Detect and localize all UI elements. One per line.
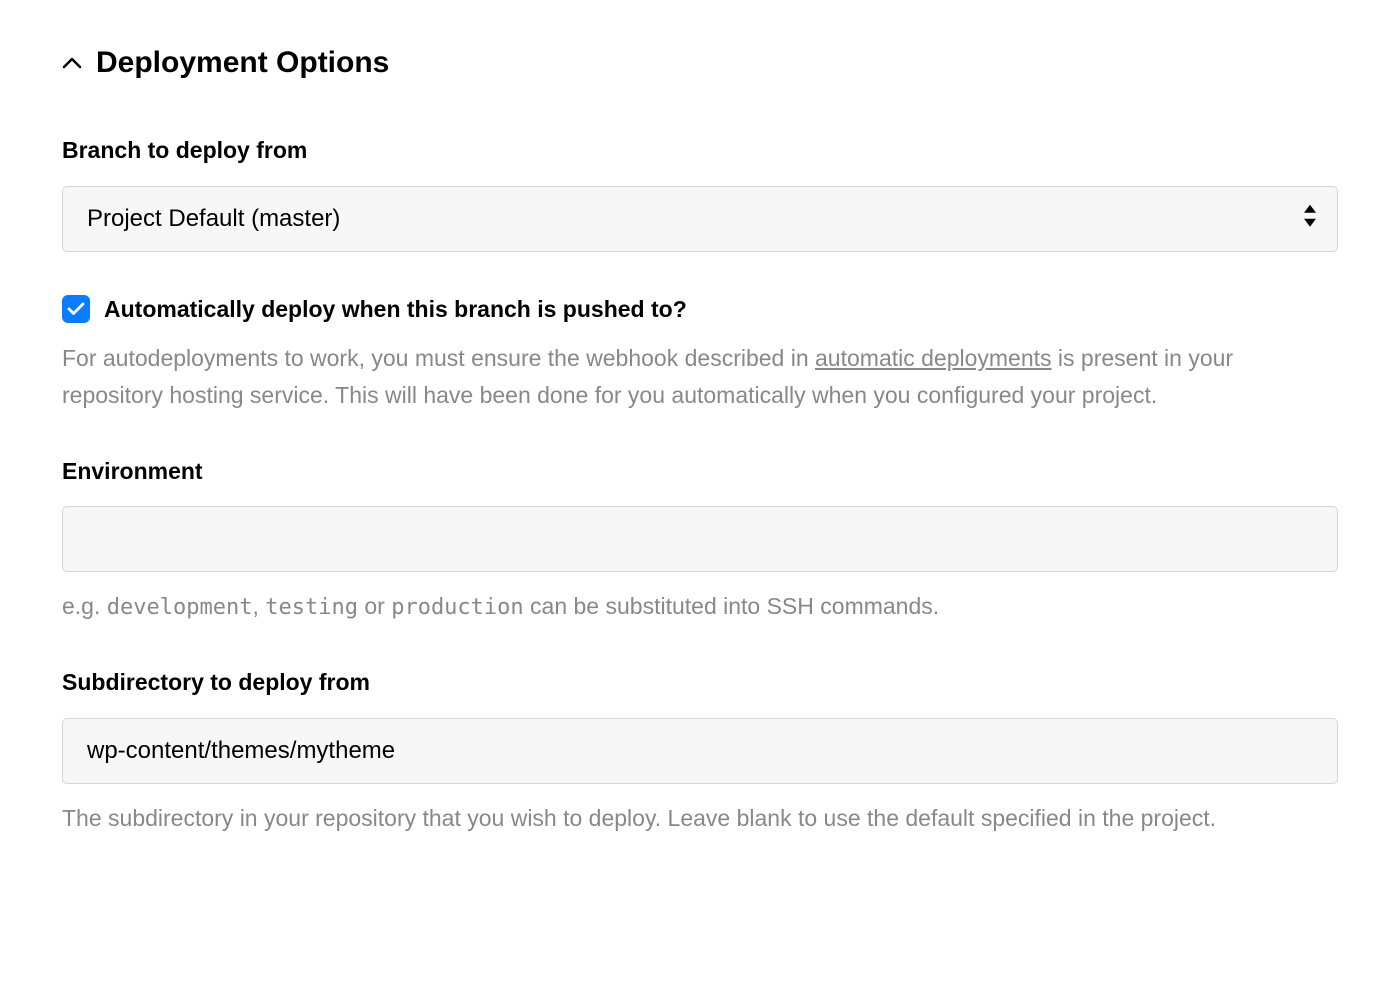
environment-input[interactable] xyxy=(62,506,1338,572)
env-help-sep1: , xyxy=(252,593,265,619)
env-help-prefix: e.g. xyxy=(62,593,107,619)
section-header[interactable]: Deployment Options xyxy=(62,40,1338,85)
subdirectory-help-text: The subdirectory in your repository that… xyxy=(62,800,1338,837)
section-title: Deployment Options xyxy=(96,40,389,85)
environment-help-text: e.g. development, testing or production … xyxy=(62,588,1338,625)
autodeploy-checkbox-row: Automatically deploy when this branch is… xyxy=(62,292,1338,327)
subdirectory-input[interactable] xyxy=(62,718,1338,784)
environment-field-group: Environment e.g. development, testing or… xyxy=(62,454,1338,626)
branch-label: Branch to deploy from xyxy=(62,133,1338,168)
env-help-code-development: development xyxy=(107,595,253,620)
autodeploy-help-before: For autodeployments to work, you must en… xyxy=(62,345,815,371)
subdirectory-label: Subdirectory to deploy from xyxy=(62,665,1338,700)
branch-select[interactable]: Project Default (master) xyxy=(62,186,1338,252)
autodeploy-help-text: For autodeployments to work, you must en… xyxy=(62,340,1338,414)
env-help-code-production: production xyxy=(391,595,523,620)
autodeploy-checkbox[interactable] xyxy=(62,295,90,323)
automatic-deployments-link[interactable]: automatic deployments xyxy=(815,345,1052,371)
branch-select-wrapper: Project Default (master) xyxy=(62,186,1338,252)
subdirectory-field-group: Subdirectory to deploy from The subdirec… xyxy=(62,665,1338,836)
env-help-suffix: can be substituted into SSH commands. xyxy=(524,593,940,619)
autodeploy-label: Automatically deploy when this branch is… xyxy=(104,292,687,327)
chevron-up-icon xyxy=(62,53,82,73)
environment-label: Environment xyxy=(62,454,1338,489)
env-help-code-testing: testing xyxy=(265,595,358,620)
env-help-sep2: or xyxy=(358,593,391,619)
branch-field-group: Branch to deploy from Project Default (m… xyxy=(62,133,1338,414)
